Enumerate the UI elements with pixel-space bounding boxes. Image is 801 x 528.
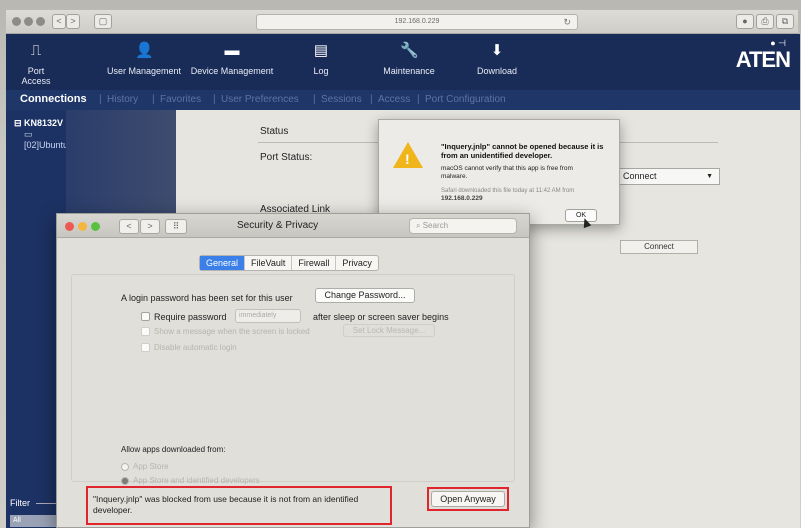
tab-general[interactable]: General: [200, 256, 246, 270]
require-password-checkbox[interactable]: [141, 312, 150, 321]
toolbar-user-management[interactable]: 👤 User Management: [102, 42, 186, 76]
document-icon: ▤: [313, 42, 329, 59]
allow-apps-label: Allow apps downloaded from:: [121, 445, 226, 454]
app-store-identified-radio[interactable]: [121, 477, 129, 485]
browser-toolbar: < > ▢ 192.168.0.229 ↻ ● ⎙ ⧉: [6, 10, 798, 34]
address-bar[interactable]: 192.168.0.229 ↻: [256, 14, 578, 30]
forward-button[interactable]: >: [66, 14, 80, 29]
sidebar-toggle-button[interactable]: ▢: [94, 14, 112, 29]
back-button[interactable]: <: [119, 219, 139, 234]
search-placeholder: Search: [422, 221, 449, 230]
search-input[interactable]: ⌕ Search: [409, 218, 517, 234]
status-heading: Status: [260, 126, 289, 137]
disable-auto-login-checkbox[interactable]: [141, 343, 150, 352]
toolbar-label: Log: [313, 66, 329, 76]
aten-logo: ATEN: [735, 47, 791, 72]
search-icon: ⌕: [416, 221, 423, 230]
tab-sessions[interactable]: Sessions: [321, 94, 362, 105]
app-store-identified-label: App Store and identified developers: [133, 476, 260, 485]
change-password-button[interactable]: Change Password...: [315, 288, 415, 303]
user-icon: 👤: [135, 42, 154, 59]
chevron-down-icon: ▼: [706, 173, 713, 180]
show-message-checkbox[interactable]: [141, 327, 150, 336]
minimize-window-button[interactable]: [24, 17, 33, 26]
tab-history[interactable]: History: [107, 94, 138, 105]
wrench-icon: 🔧: [400, 42, 419, 59]
alert-body: macOS cannot verify that this app is fre…: [441, 165, 573, 180]
download-icon: ⬇: [490, 42, 504, 59]
toolbar-port-access[interactable]: ⎍ Port Access: [14, 42, 58, 86]
app-store-radio[interactable]: [121, 463, 129, 471]
set-lock-message-button[interactable]: Set Lock Message...: [343, 324, 435, 337]
port-status-label: Port Status:: [260, 152, 313, 163]
app-store-label: App Store: [133, 462, 169, 471]
toolbar-label: Maintenance: [383, 66, 435, 76]
status-icon[interactable]: ●: [736, 14, 754, 29]
toolbar-log[interactable]: ▤ Log: [306, 42, 336, 76]
show-message-label: Show a message when the screen is locked: [154, 327, 310, 336]
tab-access[interactable]: Access: [378, 94, 410, 105]
warning-exclamation-icon: !: [405, 151, 410, 167]
close-window-button[interactable]: [12, 17, 21, 26]
security-privacy-window: < > ⠿ Security & Privacy ⌕ Search Genera…: [56, 213, 530, 528]
highlight-open-anyway: [427, 487, 509, 511]
url-text: 192.168.0.229: [394, 18, 440, 25]
tree-item-ubuntu[interactable]: ▭ [02]Ubuntu: [24, 129, 68, 150]
reload-icon[interactable]: ↻: [563, 15, 571, 29]
connect-button[interactable]: Connect: [620, 240, 698, 254]
security-tabs: General FileVault Firewall Privacy: [199, 255, 379, 271]
tab-firewall[interactable]: Firewall: [292, 256, 337, 270]
filter-label: Filter: [10, 498, 30, 508]
connect-dropdown[interactable]: Connect ▼: [610, 168, 720, 185]
toolbar-label: Download: [476, 66, 518, 76]
window-title: Security & Privacy: [237, 220, 319, 231]
forward-button[interactable]: >: [140, 219, 160, 234]
alert-title: "Inquery.jnlp" cannot be opened because …: [441, 142, 604, 160]
connect-dropdown-value: Connect: [623, 171, 657, 181]
tab-connections[interactable]: Connections: [20, 93, 87, 105]
tabs-icon[interactable]: ⧉: [776, 14, 794, 29]
delay-value: immediately: [239, 312, 277, 319]
require-password-label: Require password: [154, 312, 227, 322]
disable-auto-login-label: Disable automatic login: [154, 343, 237, 352]
aten-tabs: Connections | History | Favorites | User…: [6, 90, 800, 110]
after-sleep-label: after sleep or screen saver begins: [313, 312, 449, 322]
tab-privacy[interactable]: Privacy: [336, 256, 378, 270]
back-button[interactable]: <: [52, 14, 66, 29]
alert-ip: 192.168.0.229: [441, 195, 483, 202]
share-icon[interactable]: ⎙: [756, 14, 774, 29]
minimize-window-button[interactable]: [78, 222, 87, 231]
tab-port-configuration[interactable]: Port Configuration: [425, 94, 506, 105]
window-titlebar: < > ⠿ Security & Privacy ⌕ Search: [57, 214, 529, 238]
toolbar-maintenance[interactable]: 🔧 Maintenance: [382, 42, 436, 76]
login-password-text: A login password has been set for this u…: [121, 293, 293, 303]
close-window-button[interactable]: [65, 222, 74, 231]
tree-item-kn8132v[interactable]: ⊟ KN8132V: [14, 118, 63, 129]
toolbar-download[interactable]: ⬇ Download: [474, 42, 520, 76]
toolbar-label: User Management: [106, 66, 182, 76]
require-password-delay-select[interactable]: immediately: [235, 309, 301, 323]
drive-icon: ▬: [224, 42, 240, 59]
zoom-window-button[interactable]: [91, 222, 100, 231]
tab-user-preferences[interactable]: User Preferences: [221, 94, 299, 105]
tab-filevault[interactable]: FileVault: [245, 256, 293, 270]
filter-select[interactable]: All: [10, 515, 60, 527]
toolbar-label: Device Management: [190, 66, 274, 76]
aten-header: ⎍ Port Access 👤 User Management ▬ Device…: [6, 34, 800, 90]
toolbar-device-management[interactable]: ▬ Device Management: [188, 42, 276, 76]
toolbar-label: Port Access: [21, 66, 51, 86]
monitor-icon: ⎍: [30, 42, 42, 59]
unidentified-developer-alert: ! "Inquery.jnlp" cannot be opened becaus…: [378, 119, 620, 225]
zoom-window-button[interactable]: [36, 17, 45, 26]
desktop-screen: < > ▢ 192.168.0.229 ↻ ● ⎙ ⧉ ⎍ Port Acces…: [0, 0, 801, 528]
tab-favorites[interactable]: Favorites: [160, 94, 201, 105]
show-all-grid-icon[interactable]: ⠿: [165, 219, 187, 234]
alert-download-info: Safari downloaded this file today at 11:…: [441, 188, 575, 194]
highlight-blocked-message: [86, 486, 392, 525]
